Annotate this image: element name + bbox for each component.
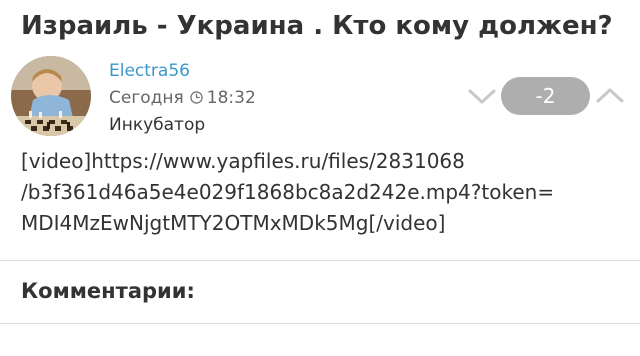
avatar-image xyxy=(11,56,91,136)
vote-up-button[interactable] xyxy=(594,84,626,108)
post-time: 18:32 xyxy=(206,88,256,108)
clock-icon xyxy=(190,91,203,104)
post-date: Сегодня xyxy=(109,88,184,108)
author-link[interactable]: Electra56 xyxy=(109,60,190,82)
post-body: [video]https://www.yapfiles.ru/files/283… xyxy=(21,146,621,239)
post-body-line: /b3f361d46a5e4e029f1868bc8a2d242e.mp4?to… xyxy=(21,180,555,204)
comments-heading: Комментарии: xyxy=(21,279,195,303)
post-category[interactable]: Инкубатор xyxy=(109,114,205,136)
chevron-up-icon xyxy=(596,88,624,103)
post-meta: Сегодня 18:32 xyxy=(109,87,256,109)
comments-divider xyxy=(0,323,640,324)
avatar[interactable] xyxy=(11,56,91,136)
chevron-down-icon xyxy=(468,89,496,104)
section-divider xyxy=(0,260,640,261)
post-body-line: [video]https://www.yapfiles.ru/files/283… xyxy=(21,149,465,173)
post-body-line: MDI4MzEwNjgtMTY2OTMxMDk5Mg[/video] xyxy=(21,211,446,235)
rating-badge: -2 xyxy=(501,77,590,115)
post-title: Израиль - Украина . Кто кому должен? xyxy=(21,11,613,41)
vote-down-button[interactable] xyxy=(466,84,498,108)
